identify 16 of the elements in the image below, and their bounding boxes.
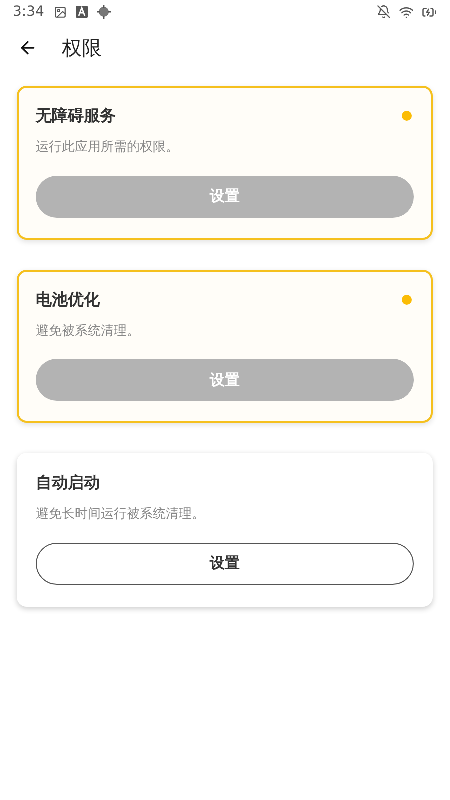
settings-button[interactable]: 设置 [36,176,414,218]
card-title: 电池优化 [36,288,100,310]
settings-button[interactable]: 设置 [36,359,414,401]
bell-off-icon [377,5,391,19]
status-time: 3:34 [13,2,44,22]
crosshair-icon [97,5,112,19]
card-description: 避免长时间运行被系统清理。 [36,506,206,524]
page-title: 权限 [62,35,102,62]
card-description: 避免被系统清理。 [36,322,141,340]
font-icon [76,6,88,18]
card-description: 运行此应用所需的权限。 [36,139,180,157]
card-title: 自动启动 [36,472,100,494]
wifi-icon [399,4,414,20]
image-icon [54,6,68,18]
card-title: 无障碍服务 [36,105,116,127]
settings-button[interactable]: 设置 [36,542,414,584]
